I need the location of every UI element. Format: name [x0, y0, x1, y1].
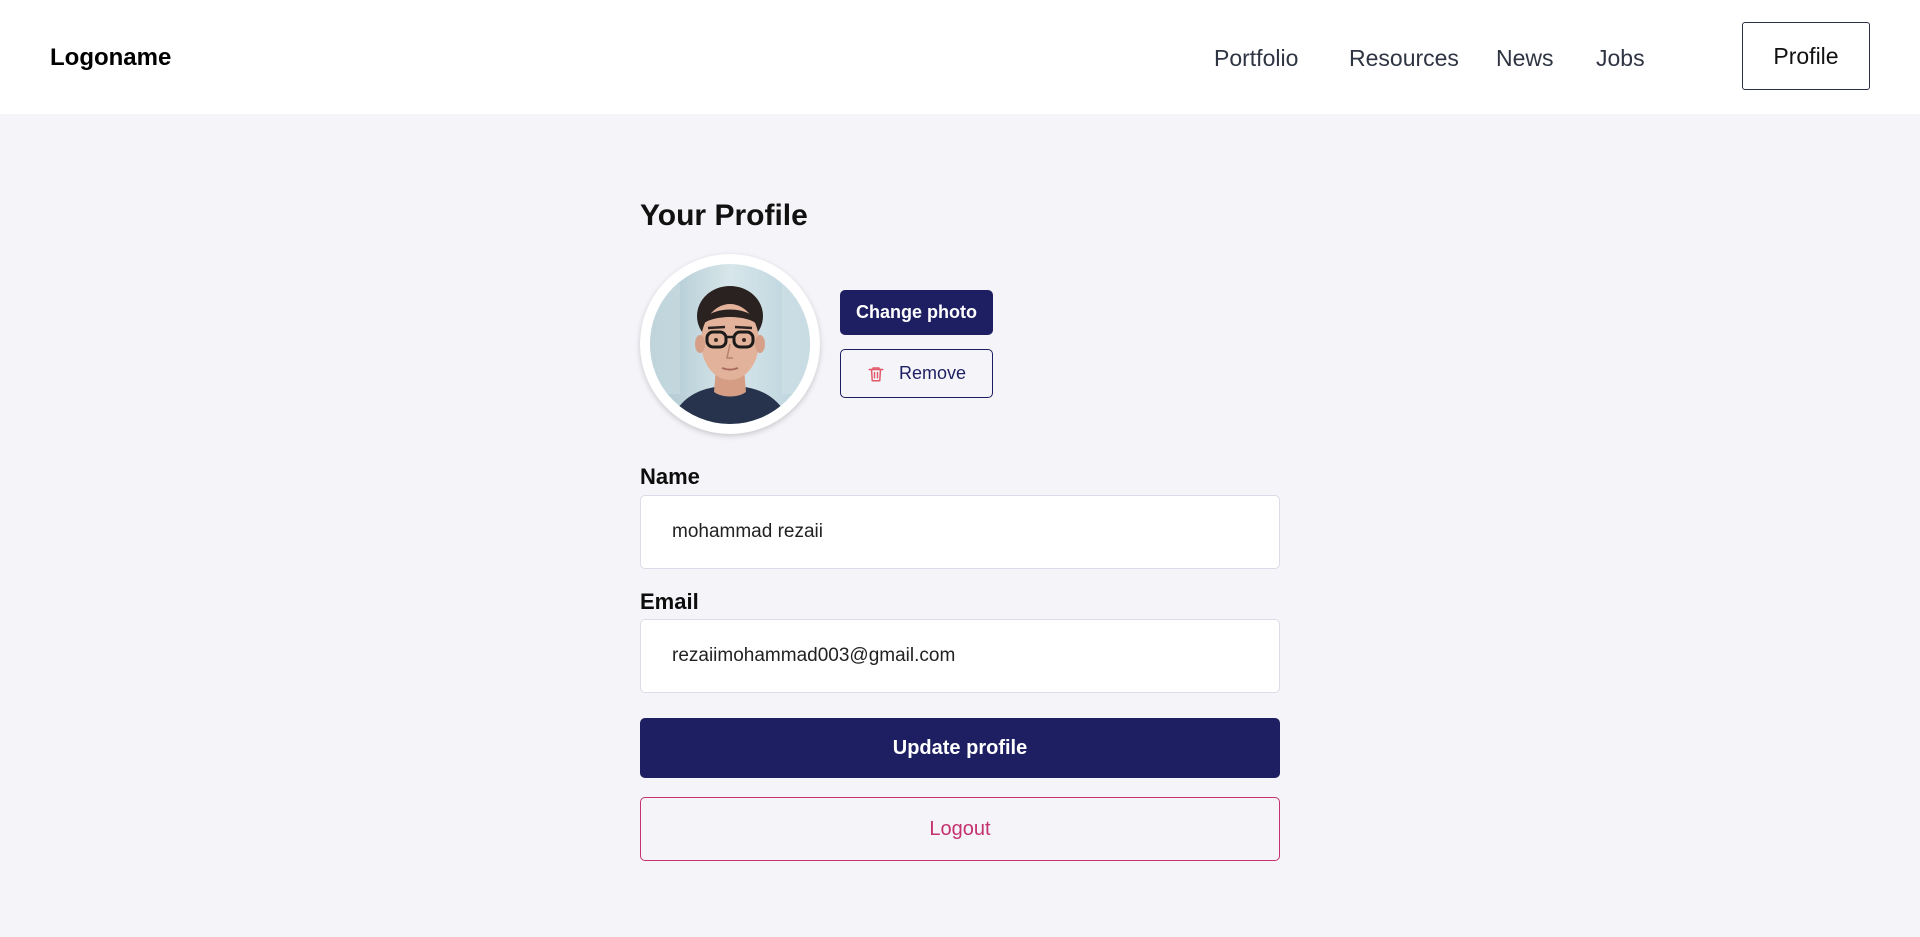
- logo[interactable]: Logoname: [50, 44, 171, 72]
- avatar-frame: [640, 254, 820, 434]
- remove-label: Remove: [898, 363, 967, 383]
- page-title: Your Profile: [640, 199, 808, 232]
- remove-photo-button[interactable]: Remove: [840, 349, 993, 398]
- email-label: Email: [640, 589, 699, 614]
- trash-icon: [867, 365, 885, 383]
- top-header: Logoname Portfolio Resources News Jobs P…: [0, 0, 1920, 114]
- nav-news[interactable]: News: [1496, 44, 1554, 72]
- nav-portfolio[interactable]: Portfolio: [1214, 44, 1298, 72]
- name-label: Name: [640, 464, 700, 489]
- nav-resources[interactable]: Resources: [1349, 44, 1459, 72]
- name-field[interactable]: [640, 495, 1280, 569]
- profile-button[interactable]: Profile: [1742, 22, 1870, 90]
- logout-button[interactable]: Logout: [640, 797, 1280, 861]
- nav-jobs[interactable]: Jobs: [1596, 44, 1645, 72]
- update-profile-button[interactable]: Update profile: [640, 718, 1280, 778]
- avatar: [650, 264, 810, 424]
- avatar-photo: [650, 264, 810, 424]
- change-photo-button[interactable]: Change photo: [840, 290, 993, 335]
- email-field[interactable]: [640, 619, 1280, 693]
